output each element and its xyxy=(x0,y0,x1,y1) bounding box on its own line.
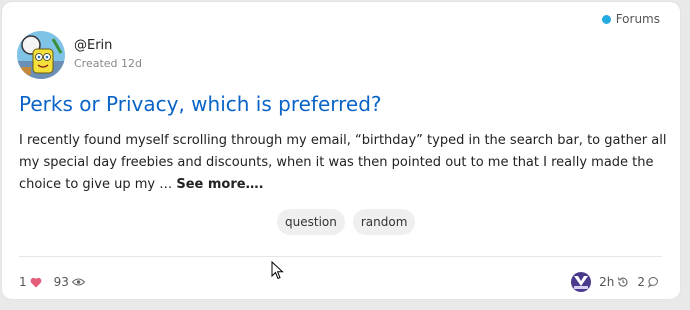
last-replier-avatar[interactable] xyxy=(571,272,592,292)
reply-count-button[interactable]: 2 xyxy=(637,275,660,289)
tag-list: question random xyxy=(277,209,416,235)
view-stat: 93 xyxy=(54,275,85,289)
history-icon xyxy=(618,277,628,287)
tag-question[interactable]: question xyxy=(277,209,345,235)
heart-icon xyxy=(30,277,42,287)
post-excerpt: I recently found myself scrolling throug… xyxy=(19,130,674,196)
like-count: 1 xyxy=(19,275,27,289)
post-card[interactable]: Forums @Erin Created 12d Perks or Privac… xyxy=(2,2,680,299)
reply-count: 2 xyxy=(637,275,645,289)
like-button[interactable]: 1 xyxy=(19,275,42,289)
comment-icon xyxy=(648,276,658,288)
tag-random[interactable]: random xyxy=(352,209,416,235)
last-activity[interactable]: 2h xyxy=(599,275,629,289)
post-stats: 1 93 xyxy=(19,275,85,289)
cursor-icon xyxy=(271,261,284,280)
activity-info: 2h 2 xyxy=(571,272,660,292)
post-title[interactable]: Perks or Privacy, which is preferred? xyxy=(19,92,669,116)
author-username[interactable]: @Erin xyxy=(74,38,112,53)
category-link[interactable]: Forums xyxy=(601,12,660,26)
see-more-link[interactable]: See more…. xyxy=(176,177,263,192)
author-avatar[interactable] xyxy=(17,31,65,79)
divider xyxy=(19,256,662,257)
category-dot-icon xyxy=(601,14,611,24)
last-activity-time: 2h xyxy=(599,275,615,289)
excerpt-text: I recently found myself scrolling throug… xyxy=(19,133,667,192)
view-count: 93 xyxy=(53,275,69,289)
eye-icon xyxy=(71,278,85,286)
created-date: Created 12d xyxy=(74,57,143,70)
category-label: Forums xyxy=(615,12,660,26)
